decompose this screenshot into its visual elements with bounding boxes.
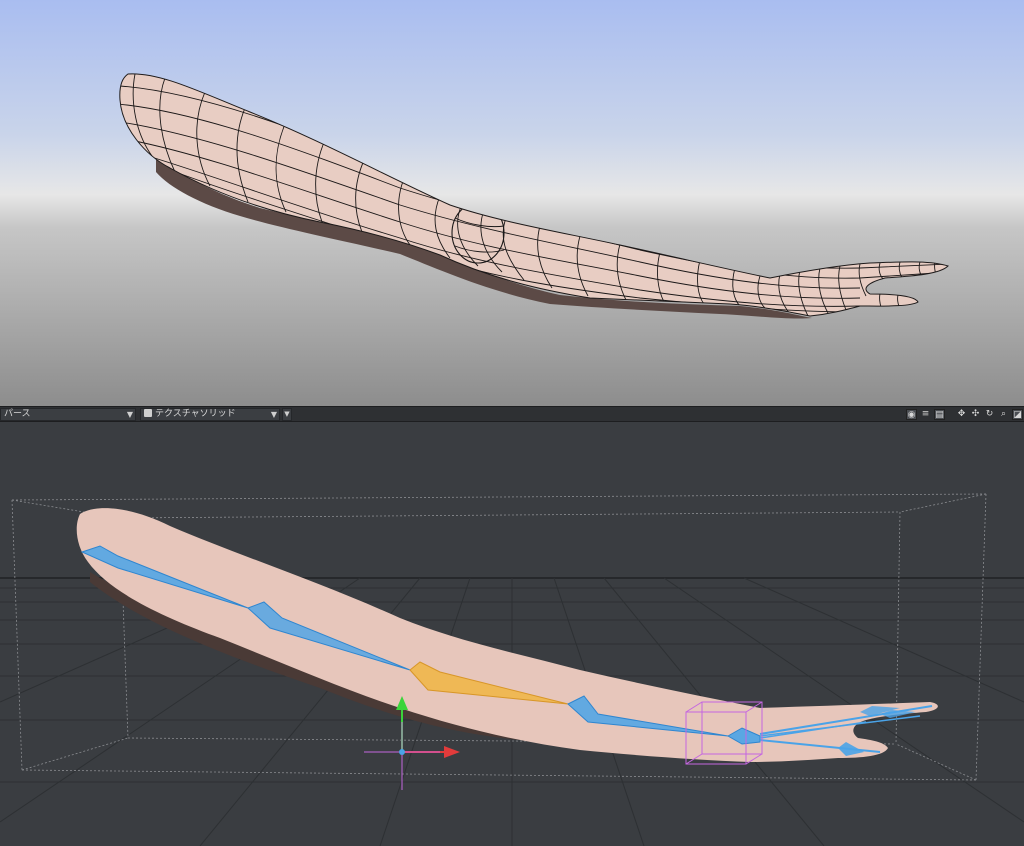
maximize-icon[interactable]: ◪ <box>1012 409 1023 420</box>
rotate-icon[interactable]: ↻ <box>984 409 995 420</box>
modeler-background <box>0 0 1024 406</box>
shading-mode-dropdown[interactable]: テクスチャソリッド ▼ <box>140 408 280 421</box>
chevron-down-icon: ▼ <box>270 410 277 419</box>
zoom-icon[interactable]: ⌕ <box>998 409 1009 420</box>
camera-icon[interactable]: ◉ <box>906 409 917 420</box>
shading-mode-label: テクスチャソリッド <box>155 409 236 419</box>
view-mode-dropdown[interactable]: パース ▼ <box>0 408 136 421</box>
texture-icon <box>144 409 152 417</box>
shading-options-button[interactable]: ▼ <box>282 408 292 421</box>
viewport-toolbar: パース ▼ テクスチャソリッド ▼ ▼ ◉ ≡ ▤ ✥ ✣ ↻ ⌕ ◪ <box>0 406 1024 422</box>
list-icon[interactable]: ≡ <box>920 409 931 420</box>
move-icon[interactable]: ✥ <box>956 409 967 420</box>
view-mode-label: パース <box>4 409 31 419</box>
pan-icon[interactable]: ✣ <box>970 409 981 420</box>
chevron-down-icon: ▼ <box>126 410 133 419</box>
pivot-point[interactable] <box>399 749 405 755</box>
layout-viewport[interactable] <box>0 422 1024 846</box>
modeler-viewport[interactable] <box>0 0 1024 406</box>
save-icon[interactable]: ▤ <box>934 409 945 420</box>
